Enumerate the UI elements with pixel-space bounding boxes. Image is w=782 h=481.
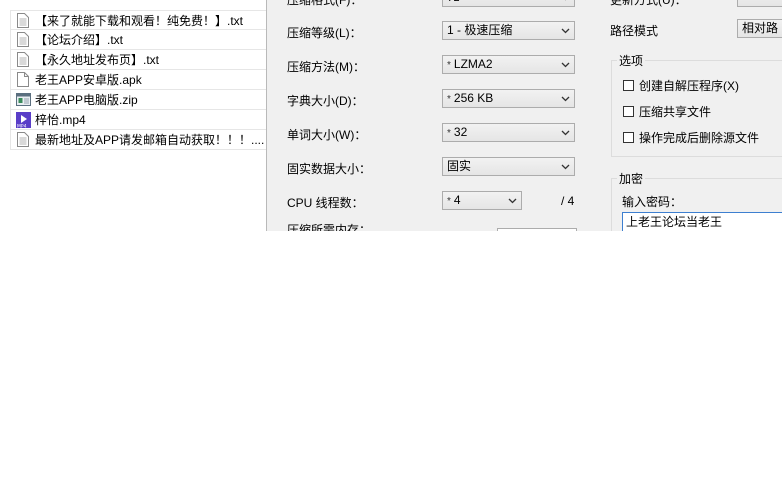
word-label: 单词大小(W)： (287, 128, 367, 142)
svg-text:MP4: MP4 (17, 123, 27, 128)
memory-value-field (497, 228, 577, 231)
update-mode-label: 更新方式(U)： (610, 0, 687, 7)
file-name: 【来了就能下载和观看！纯免费！】.txt (35, 13, 244, 28)
file-icon (15, 72, 31, 88)
chevron-down-icon (558, 56, 572, 73)
file-name: 【论坛介绍】.txt (35, 33, 124, 47)
list-item[interactable]: 最新地址及APP请发邮箱自动获取！！！.... (10, 130, 268, 150)
word-select[interactable]: * 32 (442, 123, 575, 142)
chevron-down-icon (505, 192, 519, 209)
threads-label: CPU 线程数： (287, 196, 364, 210)
list-item[interactable]: 老王APP安卓版.apk (10, 70, 268, 90)
encryption-group-title: 加密 (617, 170, 646, 187)
file-name: 梓怡.mp4 (35, 113, 86, 127)
path-mode-label: 路径模式 (610, 24, 659, 38)
default-marker-icon: * (447, 128, 451, 139)
options-group-title: 选项 (617, 52, 646, 69)
chevron-down-icon (558, 124, 572, 141)
memory-label: 压缩所需内存： (287, 223, 372, 231)
password-label: 输入密码： (622, 195, 683, 209)
mp4-file-icon: MP4 (15, 111, 31, 128)
dict-label: 字典大小(D)： (287, 94, 364, 108)
add-to-archive-dialog: 压缩格式(F)： 7z 压缩等级(L)： 1 - 极速压缩 压缩方法(M)： *… (266, 0, 782, 231)
list-item[interactable]: 【永久地址发布页】.txt (10, 50, 268, 70)
default-marker-icon: * (447, 196, 451, 207)
threads-max: / 4 (561, 194, 575, 208)
list-item[interactable]: 【来了就能下载和观看！纯免费！】.txt (10, 10, 268, 30)
word-value: 32 (453, 125, 468, 139)
solid-select[interactable]: 固实 (442, 157, 575, 176)
dict-value: 256 KB (453, 91, 494, 105)
chevron-down-icon (558, 22, 572, 39)
method-select[interactable]: * LZMA2 (442, 55, 575, 74)
solid-value: 固实 (447, 159, 472, 173)
zip-file-icon (15, 92, 31, 108)
create-sfx-checkbox[interactable]: 创建自解压程序(X) (623, 77, 739, 94)
file-name: 最新地址及APP请发邮箱自动获取！！！.... (35, 133, 265, 147)
level-label: 压缩等级(L)： (287, 26, 362, 40)
checkbox-label: 压缩共享文件 (639, 105, 712, 119)
compress-shared-checkbox[interactable]: 压缩共享文件 (623, 103, 711, 120)
path-mode-select[interactable]: 相对路 (737, 19, 782, 38)
threads-value: 4 (453, 193, 461, 207)
text-file-icon (15, 52, 31, 68)
level-select[interactable]: 1 - 极速压缩 (442, 21, 575, 40)
file-list: 【来了就能下载和观看！纯免费！】.txt 【论坛介绍】.txt 【永久地址发布页… (10, 10, 268, 150)
threads-select[interactable]: * 4 (442, 191, 522, 210)
checkbox-box[interactable] (623, 132, 634, 143)
list-item[interactable]: 【论坛介绍】.txt (10, 30, 268, 50)
list-item[interactable]: 老王APP电脑版.zip (10, 90, 268, 110)
format-label: 压缩格式(F)： (287, 0, 363, 7)
checkbox-box[interactable] (623, 80, 634, 91)
checkbox-box[interactable] (623, 106, 634, 117)
default-marker-icon: * (447, 60, 451, 71)
dict-select[interactable]: * 256 KB (442, 89, 575, 108)
file-name: 【永久地址发布页】.txt (35, 53, 160, 67)
file-name: 老王APP电脑版.zip (35, 93, 138, 107)
password-input[interactable]: 上老王论坛当老王 (622, 212, 782, 231)
format-select[interactable]: 7z (442, 0, 575, 7)
level-value: 1 - 极速压缩 (447, 23, 513, 37)
format-value: 7z (447, 0, 460, 4)
update-mode-select[interactable] (737, 0, 782, 7)
checkbox-label: 操作完成后删除源文件 (639, 131, 760, 145)
solid-label: 固实数据大小： (287, 162, 372, 176)
list-item[interactable]: MP4 梓怡.mp4 (10, 110, 268, 130)
chevron-down-icon (558, 90, 572, 107)
path-mode-value: 相对路 (742, 21, 779, 35)
chevron-down-icon (558, 158, 572, 175)
text-file-icon (15, 12, 31, 28)
file-name: 老王APP安卓版.apk (35, 73, 142, 87)
checkbox-label: 创建自解压程序(X) (639, 79, 739, 93)
method-value: LZMA2 (453, 57, 493, 71)
default-marker-icon: * (447, 94, 451, 105)
delete-after-checkbox[interactable]: 操作完成后删除源文件 (623, 129, 759, 146)
text-file-icon (15, 132, 31, 148)
text-file-icon (15, 32, 31, 48)
method-label: 压缩方法(M)： (287, 60, 365, 74)
chevron-down-icon (558, 0, 572, 6)
